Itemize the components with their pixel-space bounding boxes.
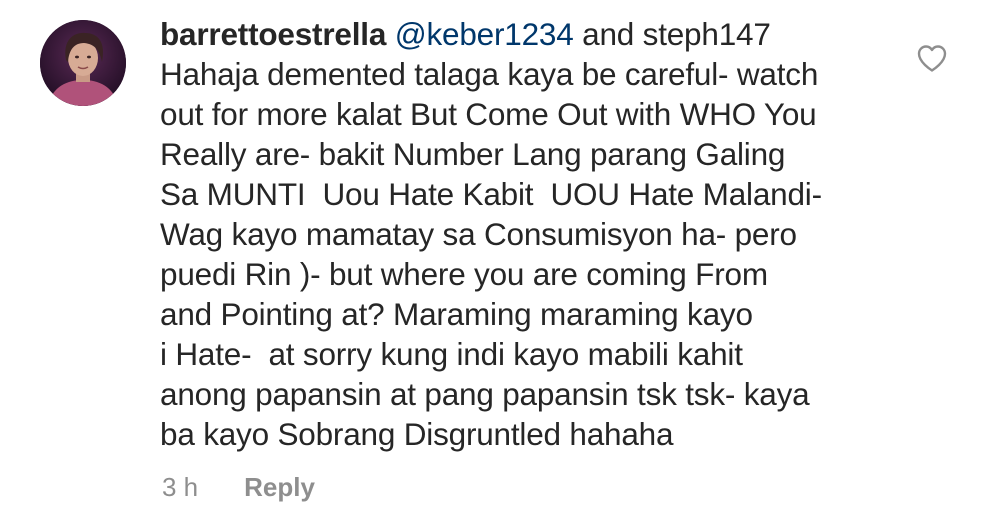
- comment-mention-tail: and steph147: [573, 16, 771, 52]
- comment-body: barrettoestrella @keber1234 and steph147…: [160, 14, 920, 454]
- comment-line: Really are- bakit Number Lang parang Gal…: [160, 136, 786, 172]
- comment-line: and Pointing at? Maraming maraming kayo: [160, 296, 753, 332]
- comment-meta: 3 h Reply: [162, 472, 315, 503]
- comment-line: Hahaja demented talaga kaya be careful- …: [160, 56, 819, 92]
- heart-outline-icon: [917, 45, 947, 72]
- comment-line: Wag kayo mamatay sa Consumisyon ha- pero: [160, 216, 797, 252]
- comment: barrettoestrella @keber1234 and steph147…: [0, 0, 1000, 523]
- profile-photo-icon: [40, 20, 126, 106]
- comment-line: ba kayo Sobrang Disgruntled hahaha: [160, 416, 674, 452]
- comment-timestamp[interactable]: 3 h: [162, 472, 198, 503]
- comment-line: puedi Rin )- but where you are coming Fr…: [160, 256, 768, 292]
- like-button[interactable]: [916, 43, 948, 73]
- comment-line: i Hate- at sorry kung indi kayo mabili k…: [160, 336, 743, 372]
- comment-mention[interactable]: @keber1234: [395, 16, 574, 52]
- comment-line: Sa MUNTI Uou Hate Kabit UOU Hate Malandi…: [160, 176, 822, 212]
- reply-button[interactable]: Reply: [244, 472, 315, 503]
- comment-username[interactable]: barrettoestrella: [160, 16, 386, 52]
- comment-header-line: barrettoestrella @keber1234 and steph147: [160, 14, 920, 54]
- comment-line: anong papansin at pang papansin tsk tsk-…: [160, 376, 810, 412]
- avatar[interactable]: [40, 20, 126, 106]
- comment-line: out for more kalat But Come Out with WHO…: [160, 96, 817, 132]
- comment-text: barrettoestrella @keber1234 and steph147…: [160, 14, 920, 454]
